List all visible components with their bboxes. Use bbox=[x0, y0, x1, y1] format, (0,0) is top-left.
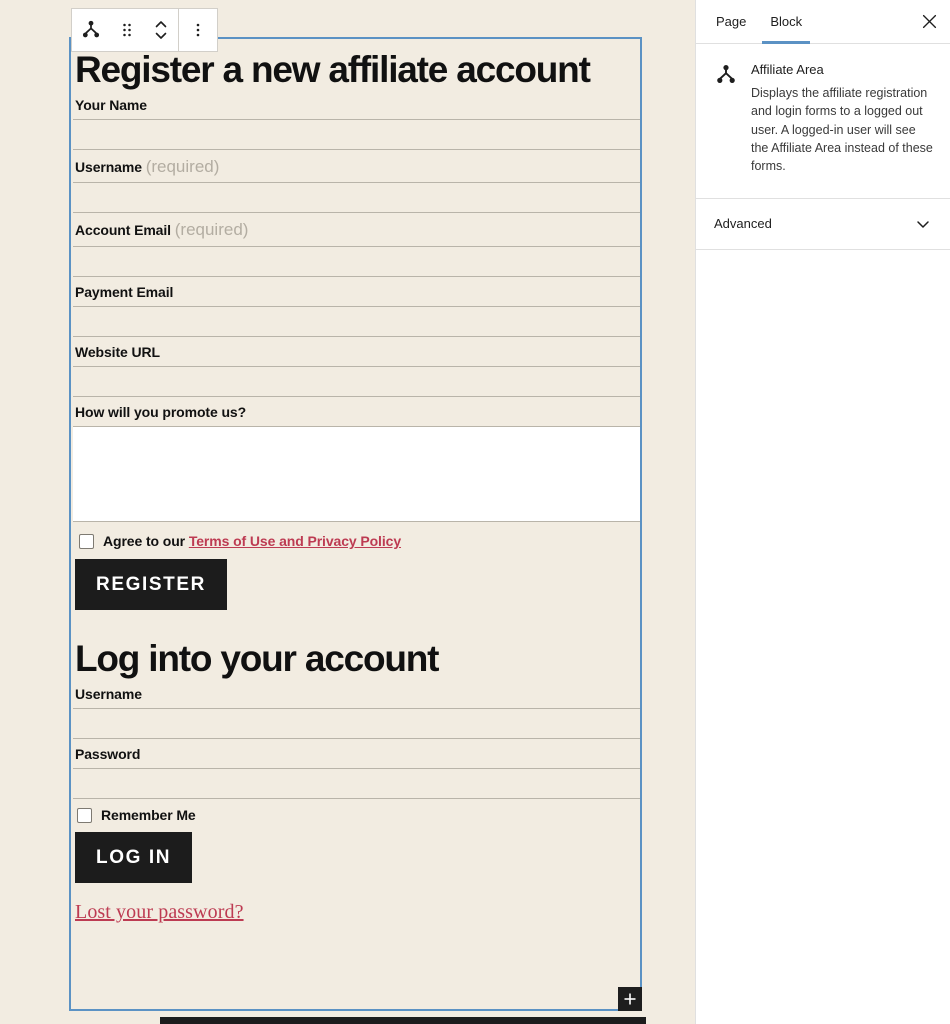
sidebar-tabs: Page Block bbox=[696, 0, 950, 44]
lost-password-wrap: Lost your password? bbox=[73, 883, 640, 924]
field-label-promote: How will you promote us? bbox=[75, 404, 247, 421]
agree-terms-label: Agree to our Terms of Use and Privacy Po… bbox=[103, 533, 402, 550]
payment-email-input[interactable] bbox=[73, 306, 640, 338]
drag-handle-icon bbox=[123, 23, 131, 37]
agree-terms-checkbox[interactable] bbox=[79, 533, 94, 549]
bottom-cut-off-element bbox=[160, 1017, 646, 1024]
affiliate-area-icon bbox=[82, 20, 100, 38]
agree-terms-row: Agree to our Terms of Use and Privacy Po… bbox=[73, 522, 640, 552]
login-username-input[interactable] bbox=[73, 708, 640, 740]
username-input[interactable] bbox=[73, 182, 640, 214]
field-your-name: Your Name bbox=[73, 90, 640, 150]
move-block-buttons[interactable] bbox=[144, 9, 178, 51]
field-label-login-username: Username bbox=[75, 686, 142, 703]
close-sidebar-button[interactable] bbox=[912, 5, 946, 39]
editor-canvas: Register a new affiliate account Your Na… bbox=[0, 0, 695, 1024]
field-login-username: Username bbox=[73, 679, 640, 740]
field-username: Username (required) bbox=[73, 150, 640, 214]
remember-me-row: Remember Me bbox=[73, 799, 640, 825]
website-url-input[interactable] bbox=[73, 366, 640, 398]
login-heading: Log into your account bbox=[75, 638, 439, 680]
close-icon bbox=[922, 14, 936, 29]
block-info-card: Affiliate Area Displays the affiliate re… bbox=[696, 44, 950, 199]
affiliate-area-icon bbox=[717, 65, 735, 83]
field-label-your-name: Your Name bbox=[75, 96, 147, 113]
field-promote: How will you promote us? bbox=[73, 397, 640, 523]
plus-icon bbox=[624, 993, 636, 1005]
your-name-input[interactable] bbox=[73, 118, 640, 150]
required-note-username: (required) bbox=[145, 156, 220, 176]
app-root: Register a new affiliate account Your Na… bbox=[0, 0, 950, 1024]
field-account-email: Account Email (required) bbox=[73, 213, 640, 278]
drag-handle-button[interactable] bbox=[110, 9, 144, 51]
block-card-icon-wrap bbox=[714, 62, 738, 176]
terms-of-use-link[interactable]: Terms of Use and Privacy Policy bbox=[189, 533, 401, 549]
remember-me-label: Remember Me bbox=[101, 807, 196, 824]
chevron-up-down-icon bbox=[155, 21, 167, 39]
field-label-website-url: Website URL bbox=[75, 344, 160, 361]
register-submit-button[interactable]: REGISTER bbox=[75, 559, 227, 611]
field-label-payment-email: Payment Email bbox=[75, 284, 174, 301]
field-website-url: Website URL bbox=[73, 337, 640, 398]
field-login-password: Password bbox=[73, 739, 640, 800]
panel-advanced[interactable]: Advanced bbox=[696, 199, 950, 250]
tab-block[interactable]: Block bbox=[758, 0, 814, 44]
panel-advanced-chevron-wrap bbox=[914, 215, 932, 233]
block-card-description: Displays the affiliate registration and … bbox=[751, 85, 933, 174]
block-card-title: Affiliate Area bbox=[751, 62, 824, 77]
block-options-button[interactable] bbox=[179, 9, 217, 51]
login-submit-button[interactable]: LOG IN bbox=[75, 832, 193, 884]
account-email-input[interactable] bbox=[73, 246, 640, 278]
settings-sidebar: Page Block Affiliate Area Displays the a… bbox=[695, 0, 950, 1024]
promote-textarea[interactable] bbox=[73, 426, 640, 523]
panel-advanced-label: Advanced bbox=[714, 216, 772, 232]
lost-password-link[interactable]: Lost your password? bbox=[75, 901, 244, 923]
block-toolbar bbox=[71, 8, 218, 52]
field-label-username: Username (required) bbox=[75, 156, 220, 176]
required-note-account-email: (required) bbox=[174, 220, 249, 240]
field-label-login-password: Password bbox=[75, 746, 141, 763]
block-type-button[interactable] bbox=[72, 9, 110, 51]
affiliate-area-block[interactable]: Register a new affiliate account Your Na… bbox=[69, 37, 642, 1011]
more-options-vertical-icon bbox=[196, 23, 200, 37]
chevron-down-icon bbox=[917, 221, 929, 228]
tab-page[interactable]: Page bbox=[704, 0, 758, 44]
login-password-input[interactable] bbox=[73, 768, 640, 800]
remember-me-checkbox[interactable] bbox=[77, 807, 92, 823]
field-label-account-email: Account Email (required) bbox=[75, 220, 249, 240]
block-card-text: Affiliate Area Displays the affiliate re… bbox=[751, 62, 934, 176]
field-payment-email: Payment Email bbox=[73, 277, 640, 338]
add-block-button[interactable] bbox=[618, 987, 642, 1011]
